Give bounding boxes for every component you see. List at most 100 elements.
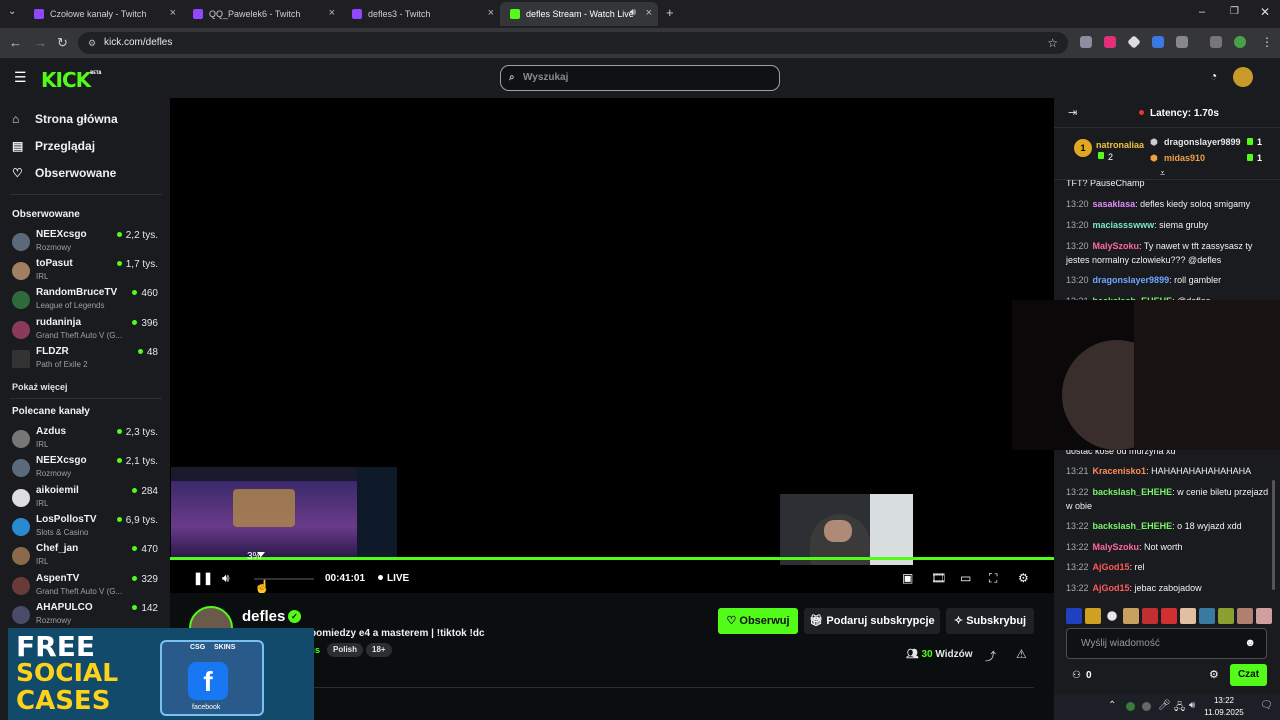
followed-channel[interactable]: RandomBruceTV League of Legends 460 bbox=[10, 287, 162, 315]
top-gifter-name[interactable]: natronaliaa bbox=[1096, 140, 1144, 150]
emote[interactable] bbox=[1161, 608, 1177, 624]
search-input[interactable]: ⌕ Wyszukaj bbox=[500, 65, 780, 91]
tab-kick-defles[interactable]: defles Stream - Watch Live o 🔊︎ × bbox=[500, 2, 658, 26]
tag-mature[interactable]: 18+ bbox=[366, 643, 392, 657]
message-user[interactable]: AjGod15 bbox=[1093, 562, 1130, 572]
message-user[interactable]: sasaklasa bbox=[1093, 199, 1136, 209]
collapse-chat-icon[interactable]: ⇥ bbox=[1068, 106, 1077, 119]
tag-language[interactable]: Polish bbox=[327, 643, 364, 657]
followed-channel[interactable]: FLDZR Path of Exile 2 48 bbox=[10, 346, 162, 374]
chat-settings-gear-icon[interactable]: ⚙ bbox=[1209, 668, 1219, 681]
nav-home[interactable]: ⌂ Strona główna bbox=[12, 112, 118, 126]
followed-channel[interactable]: rudaninja Grand Theft Auto V (G... 396 bbox=[10, 317, 162, 345]
gift-sub-button[interactable]: 🎁︎ Podaruj subskrypcje bbox=[804, 608, 940, 634]
tab-twitch-defles3[interactable]: defles3 - Twitch × bbox=[342, 2, 500, 26]
show-more-link[interactable]: Pokaż więcej bbox=[12, 382, 68, 392]
expand-leaderboard-icon[interactable]: ⩡ bbox=[1160, 168, 1165, 179]
close-tab-icon[interactable]: × bbox=[646, 7, 652, 19]
message-user[interactable]: maciassswww bbox=[1093, 220, 1155, 230]
message-user[interactable]: Kracenisko1 bbox=[1093, 466, 1147, 476]
browser-menu-icon[interactable]: ⋮ bbox=[1261, 35, 1273, 49]
gifter-name[interactable]: midas910 bbox=[1164, 153, 1205, 163]
message-user[interactable]: MalySzoku bbox=[1093, 241, 1140, 251]
user-avatar[interactable] bbox=[1233, 67, 1253, 87]
channel-points-icon[interactable]: ⚇ bbox=[1072, 670, 1081, 681]
followed-channel[interactable]: NEEXcsgo Rozmowy 2,2 tys. bbox=[10, 229, 162, 257]
follow-button[interactable]: ♡ Obserwuj bbox=[718, 608, 798, 634]
network-icon[interactable]: 🖧︎ bbox=[1174, 700, 1185, 717]
url-field[interactable]: ⚙ kick.com/defles ☆ bbox=[78, 32, 1068, 54]
recommended-channel[interactable]: LosPollosTV Slots & Casino 6,9 tys. bbox=[10, 514, 162, 542]
recommended-channel[interactable]: aikoiemil IRL 284 bbox=[10, 485, 162, 513]
gifter-name[interactable]: dragonslayer9899 bbox=[1164, 137, 1241, 147]
restore-icon[interactable]: ❐ bbox=[1230, 6, 1239, 17]
microphone-icon[interactable]: 🎤︎ bbox=[1158, 700, 1171, 711]
kick-logo[interactable]: KICKBETA bbox=[41, 68, 101, 92]
close-tab-icon[interactable]: × bbox=[170, 7, 176, 19]
chat-message-input[interactable]: Wyślij wiadomość ☻ bbox=[1066, 628, 1267, 659]
close-window-icon[interactable]: ✕ bbox=[1260, 5, 1270, 19]
recommended-channel[interactable]: NEEXcsgo Rozmowy 2,1 tys. bbox=[10, 455, 162, 483]
settings-gear-icon[interactable]: ⚙ bbox=[1018, 571, 1029, 585]
subscribe-button[interactable]: ✧ Subskrybuj bbox=[946, 608, 1034, 634]
send-chat-button[interactable]: Czat bbox=[1230, 664, 1267, 686]
miniplayer-icon[interactable]: ▣ bbox=[902, 571, 913, 585]
new-tab-icon[interactable]: + bbox=[666, 5, 674, 20]
theater-mode-icon[interactable]: ▭ bbox=[960, 571, 971, 585]
tray-app-icon[interactable] bbox=[1126, 702, 1135, 711]
chat-scrollbar[interactable] bbox=[1272, 480, 1275, 590]
seek-progress-bar[interactable] bbox=[170, 552, 1054, 560]
tab-twitch-top[interactable]: Czołowe kanały - Twitch × bbox=[24, 2, 182, 26]
message-user[interactable]: AjGod15 bbox=[1093, 583, 1130, 593]
site-info-icon[interactable]: ⚙ bbox=[88, 32, 96, 54]
pause-icon[interactable]: ❚❚ bbox=[193, 571, 213, 585]
share-icon[interactable]: ⤴ bbox=[985, 648, 996, 664]
bookmark-star-icon[interactable]: ☆ bbox=[1047, 32, 1058, 54]
recommended-channel[interactable]: Azdus IRL 2,3 tys. bbox=[10, 426, 162, 454]
emote[interactable] bbox=[1237, 608, 1253, 624]
speaker-icon[interactable]: 🔊︎ bbox=[1189, 700, 1195, 711]
reading-list-icon[interactable] bbox=[1210, 36, 1222, 48]
fullscreen-icon[interactable]: ⛶ bbox=[989, 571, 997, 586]
clip-icon[interactable]: 🎞︎ bbox=[931, 571, 946, 585]
emote[interactable] bbox=[1085, 608, 1101, 624]
extension-mask-icon[interactable] bbox=[1080, 36, 1092, 48]
clock-date[interactable]: 11.09.2025 bbox=[1199, 708, 1249, 717]
recommended-channel[interactable]: AHAPULCO Rozmowy 142 bbox=[10, 602, 162, 630]
extension-diamond-icon[interactable] bbox=[1127, 35, 1141, 49]
message-user[interactable]: MalySzoku bbox=[1093, 542, 1140, 552]
emote[interactable] bbox=[1180, 608, 1196, 624]
emote[interactable] bbox=[1218, 608, 1234, 624]
message-user[interactable]: dragonslayer9899 bbox=[1093, 275, 1170, 285]
reload-icon[interactable]: ↻ bbox=[57, 35, 68, 51]
extension-shield-icon[interactable] bbox=[1104, 36, 1116, 48]
extension-wave-icon[interactable] bbox=[1152, 36, 1164, 48]
profile-avatar[interactable] bbox=[1234, 36, 1246, 48]
forward-icon[interactable]: → bbox=[34, 35, 47, 50]
extensions-puzzle-icon[interactable] bbox=[1176, 36, 1188, 48]
tray-up-arrow-icon[interactable]: ⌃ bbox=[1108, 700, 1116, 711]
recommended-channel[interactable]: AspenTV Grand Theft Auto V (G... 329 bbox=[10, 573, 162, 601]
report-warning-icon[interactable]: ⚠ bbox=[1016, 647, 1027, 661]
emote[interactable] bbox=[1199, 608, 1215, 624]
minimize-icon[interactable]: – bbox=[1199, 6, 1205, 18]
tray-app-icon[interactable] bbox=[1142, 702, 1151, 711]
promo-ad-overlay[interactable]: FREE SOCIAL CASES CSG SKINS f facebook bbox=[8, 628, 314, 720]
tab-twitch-qq[interactable]: QQ_Pawelek6 - Twitch × bbox=[183, 2, 341, 26]
emote[interactable] bbox=[1107, 611, 1117, 621]
back-icon[interactable]: ← bbox=[9, 35, 22, 50]
close-tab-icon[interactable]: × bbox=[329, 7, 335, 19]
emote[interactable] bbox=[1142, 608, 1158, 624]
notifications-icon[interactable]: ◔ bbox=[1210, 69, 1217, 83]
emote[interactable] bbox=[1123, 608, 1139, 624]
audio-playing-icon[interactable]: 🔊︎ bbox=[630, 7, 636, 18]
live-indicator[interactable]: LIVE bbox=[378, 573, 409, 584]
emote[interactable] bbox=[1066, 608, 1082, 624]
followed-channel[interactable]: toPasut IRL 1,7 tys. bbox=[10, 258, 162, 286]
message-user[interactable]: backslash_EHEHE bbox=[1093, 487, 1173, 497]
message-user[interactable]: backslash_EHEHE bbox=[1093, 521, 1173, 531]
tab-search-icon[interactable]: ⌄ bbox=[8, 6, 16, 17]
emoji-picker-icon[interactable]: ☻ bbox=[1244, 629, 1256, 658]
recommended-channel[interactable]: Chef_jan IRL 470 bbox=[10, 543, 162, 571]
close-tab-icon[interactable]: × bbox=[488, 7, 494, 19]
